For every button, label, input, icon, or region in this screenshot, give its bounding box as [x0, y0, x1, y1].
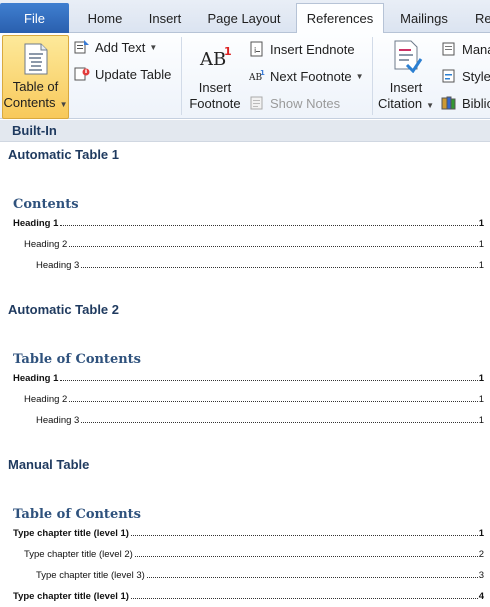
- toc-entry: Heading 31: [36, 415, 484, 426]
- toc-gallery: Automatic Table 1 Contents Heading 11 He…: [0, 142, 490, 607]
- citation-icon: [394, 40, 423, 73]
- ribbon-tab-bar: File Home Insert Page Layout References …: [0, 0, 490, 34]
- tab-page-layout[interactable]: Page Layout: [198, 3, 290, 33]
- toc-entry: Heading 21: [24, 394, 484, 405]
- tab-mailings[interactable]: Mailings: [388, 3, 460, 33]
- add-text-button[interactable]: Add Text ▼: [74, 37, 157, 57]
- dropdown-caret-icon: ▼: [426, 101, 434, 110]
- dropdown-caret-icon: ▼: [149, 42, 158, 52]
- ribbon-group-divider: [372, 37, 373, 115]
- automatic-table-1-title: Automatic Table 1: [8, 147, 120, 162]
- tab-references[interactable]: References: [296, 3, 384, 34]
- next-footnote-icon: AB 1: [249, 68, 265, 84]
- gallery-section-header: Built-In: [0, 120, 490, 142]
- dropdown-caret-icon: ▼: [355, 71, 364, 81]
- update-table-icon: [74, 66, 90, 82]
- insert-citation-button[interactable]: Insert Citation ▼: [376, 39, 436, 114]
- ribbon-group-divider: [181, 37, 182, 115]
- show-notes-button[interactable]: Show Notes: [249, 93, 340, 113]
- toc-label-line1: Table of: [12, 79, 59, 94]
- word-window: File Home Insert Page Layout References …: [0, 0, 490, 607]
- automatic-table-2-title: Automatic Table 2: [8, 302, 120, 317]
- update-table-button[interactable]: Update Table: [74, 64, 171, 84]
- svg-text:AB: AB: [199, 49, 226, 70]
- svg-text:1: 1: [260, 69, 265, 77]
- manage-sources-icon: [441, 41, 457, 57]
- show-notes-icon: [249, 95, 265, 111]
- toc-entry: Type chapter title (level 2) 2: [24, 549, 484, 560]
- manage-sources-button[interactable]: Mana: [441, 39, 490, 59]
- add-text-icon: [74, 39, 90, 55]
- bibliography-button[interactable]: Biblio: [441, 93, 490, 113]
- dropdown-caret-icon: ▼: [59, 100, 68, 109]
- toc-entry: Heading 31: [36, 260, 484, 271]
- toc-preview-heading: Contents: [13, 197, 79, 212]
- toc-entry: Type chapter title (level 1) 4: [13, 591, 484, 602]
- tab-home[interactable]: Home: [74, 3, 136, 33]
- tab-insert[interactable]: Insert: [136, 3, 194, 33]
- ribbon: Table of Contents ▼ Add Text ▼ Update Tabl…: [0, 33, 490, 119]
- toc-entry: Heading 11: [13, 218, 484, 229]
- tab-review[interactable]: Re: [466, 3, 490, 33]
- footnote-icon: AB 1: [199, 45, 232, 70]
- style-dropdown[interactable]: Style: [441, 66, 490, 86]
- toc-label-line2: Contents ▼: [3, 95, 68, 110]
- toc-entry: Type chapter title (level 3) 3: [36, 570, 484, 581]
- toc-preview-heading: Table of Contents: [13, 352, 141, 367]
- style-icon: [441, 68, 457, 84]
- toc-entry: Type chapter title (level 1) 1: [13, 528, 484, 539]
- svg-text:1: 1: [224, 45, 232, 58]
- table-of-contents-button[interactable]: Table of Contents ▼: [2, 35, 69, 119]
- toc-entry: Heading 11: [13, 373, 484, 384]
- svg-text:i: i: [254, 46, 256, 55]
- endnote-icon: i: [249, 41, 265, 57]
- toc-entry: Heading 21: [24, 239, 484, 250]
- manual-table-title: Manual Table: [8, 457, 90, 472]
- next-footnote-button[interactable]: AB 1 Next Footnote ▼: [249, 66, 364, 86]
- toc-preview-heading: Table of Contents: [13, 507, 141, 522]
- insert-endnote-button[interactable]: i Insert Endnote: [249, 39, 355, 59]
- insert-footnote-button[interactable]: AB 1 Insert Footnote: [186, 41, 244, 112]
- bibliography-icon: [441, 95, 457, 111]
- document-icon: [24, 43, 47, 75]
- tab-file[interactable]: File: [0, 3, 69, 33]
